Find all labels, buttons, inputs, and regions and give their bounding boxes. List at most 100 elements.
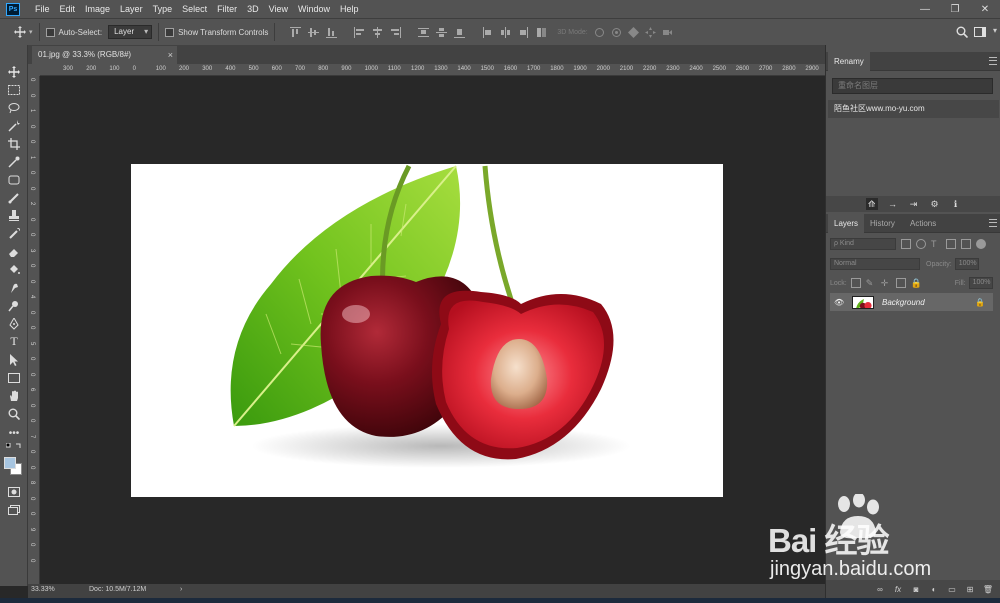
distribute-left-icon[interactable] <box>481 26 493 38</box>
align-left-icon[interactable] <box>353 26 365 38</box>
menu-image[interactable]: Image <box>80 0 115 18</box>
lock-pixels-icon[interactable]: ✎ <box>866 278 876 288</box>
info-icon[interactable]: ℹ <box>950 198 962 210</box>
distribute-hcenter-icon[interactable] <box>499 26 511 38</box>
quick-mask-icon[interactable] <box>4 483 24 500</box>
swap-colors-icon[interactable] <box>4 441 24 453</box>
smudge-tool-icon[interactable] <box>4 279 24 296</box>
distribute-top-icon[interactable] <box>417 26 429 38</box>
shape-filter-icon[interactable] <box>946 239 956 249</box>
eyedropper-tool-icon[interactable] <box>4 153 24 170</box>
marquee-tool-icon[interactable] <box>4 81 24 98</box>
brush-tool-icon[interactable] <box>4 189 24 206</box>
screen-mode-icon[interactable] <box>4 501 24 518</box>
menu-filter[interactable]: Filter <box>212 0 242 18</box>
document-tab[interactable]: 01.jpg @ 33.3% (RGB/8#) × <box>32 46 177 64</box>
menu-window[interactable]: Window <box>293 0 335 18</box>
hand-tool-icon[interactable] <box>4 387 24 404</box>
foreground-color-swatch[interactable] <box>4 457 16 469</box>
arrow-into-icon[interactable]: ⇥ <box>908 198 920 210</box>
lock-artboard-icon[interactable] <box>895 278 906 288</box>
auto-select-dropdown[interactable]: Layer <box>108 25 153 39</box>
menu-file[interactable]: File <box>30 0 55 18</box>
eraser-tool-icon[interactable] <box>4 243 24 260</box>
rename-list-item[interactable]: 陌鱼社区www.mo-yu.com <box>828 100 999 118</box>
gear-icon[interactable]: ⚙ <box>929 198 941 210</box>
tab-actions[interactable]: Actions <box>904 214 942 233</box>
magic-wand-tool-icon[interactable] <box>4 117 24 134</box>
adjustment-filter-icon[interactable] <box>916 239 926 249</box>
lock-icon[interactable]: 🔒 <box>975 298 985 307</box>
rectangle-tool-icon[interactable] <box>4 369 24 386</box>
close-tab-icon[interactable]: × <box>168 46 173 64</box>
3d-roll-icon[interactable] <box>611 26 623 38</box>
3d-scale-icon[interactable] <box>662 26 674 38</box>
paint-bucket-tool-icon[interactable] <box>4 261 24 278</box>
layer-row[interactable]: 👁 Background 🔒 <box>830 293 993 311</box>
canvas-workspace[interactable] <box>40 77 825 584</box>
layer-kind-filter[interactable]: ρ Kind <box>830 238 896 250</box>
tab-renamy[interactable]: Renamy <box>828 52 870 71</box>
menu-help[interactable]: Help <box>335 0 364 18</box>
menu-edit[interactable]: Edit <box>55 0 81 18</box>
filter-toggle-icon[interactable] <box>976 239 986 249</box>
layer-style-icon[interactable]: fx <box>893 584 903 594</box>
menu-select[interactable]: Select <box>177 0 212 18</box>
align-top-icon[interactable] <box>289 26 301 38</box>
more-tools-icon[interactable]: ••• <box>4 425 24 442</box>
3d-slide-icon[interactable] <box>645 26 657 38</box>
auto-align-icon[interactable] <box>535 26 547 38</box>
fill-input[interactable]: 100% <box>968 277 993 289</box>
rename-search-input[interactable]: 重命名图层 <box>832 78 993 94</box>
pen-tool-icon[interactable] <box>4 315 24 332</box>
crop-tool-icon[interactable] <box>4 135 24 152</box>
distribute-bottom-icon[interactable] <box>453 26 465 38</box>
workspace-icon[interactable] <box>974 26 986 40</box>
clone-stamp-tool-icon[interactable] <box>4 207 24 224</box>
link-layers-icon[interactable]: ∞ <box>875 584 885 594</box>
panel-menu-icon[interactable] <box>989 219 997 227</box>
close-icon[interactable]: ✕ <box>970 0 1000 18</box>
distribute-vcenter-icon[interactable] <box>435 26 447 38</box>
search-icon[interactable] <box>956 26 969 40</box>
opacity-input[interactable]: 100% <box>954 258 979 270</box>
distribute-right-icon[interactable] <box>517 26 529 38</box>
rename-icon[interactable]: ⟰ <box>865 198 878 210</box>
minimize-icon[interactable]: — <box>910 0 940 18</box>
menu-layer[interactable]: Layer <box>115 0 148 18</box>
layer-name[interactable]: Background <box>882 298 975 307</box>
move-tool-icon[interactable] <box>14 26 26 38</box>
pixel-filter-icon[interactable] <box>901 239 911 249</box>
path-selection-tool-icon[interactable] <box>4 351 24 368</box>
tool-preset-chevron-icon[interactable]: ▾ <box>29 28 33 36</box>
lasso-tool-icon[interactable] <box>4 99 24 116</box>
lock-position-icon[interactable]: ✛ <box>881 278 891 288</box>
3d-pan-icon[interactable] <box>628 26 640 38</box>
vertical-ruler[interactable]: 0 0 1 0 0 1 0 0 2 0 0 3 0 0 4 0 0 5 0 0 6 0 0 7 0 0 8 0 0 9 0 0 <box>28 76 40 584</box>
blend-mode-dropdown[interactable]: Normal <box>830 258 920 270</box>
align-vcenter-icon[interactable] <box>307 26 319 38</box>
menu-view[interactable]: View <box>264 0 293 18</box>
menu-3d[interactable]: 3D <box>242 0 264 18</box>
arrow-right-icon[interactable]: → <box>887 198 899 210</box>
restore-icon[interactable]: ❐ <box>940 0 970 18</box>
type-filter-icon[interactable]: T <box>931 239 941 249</box>
align-hcenter-icon[interactable] <box>371 26 383 38</box>
auto-select-checkbox[interactable] <box>45 27 55 37</box>
trash-icon[interactable]: 🗑 <box>983 584 993 594</box>
transform-controls-checkbox[interactable] <box>165 27 175 37</box>
canvas-image[interactable] <box>131 164 723 497</box>
history-brush-tool-icon[interactable] <box>4 225 24 242</box>
tab-history[interactable]: History <box>864 214 901 233</box>
lock-all-icon[interactable]: 🔒 <box>911 278 922 288</box>
eye-icon[interactable]: 👁 <box>834 298 846 307</box>
smart-object-filter-icon[interactable] <box>961 239 971 249</box>
zoom-tool-icon[interactable] <box>4 405 24 422</box>
align-bottom-icon[interactable] <box>325 26 337 38</box>
layer-mask-icon[interactable]: ◙ <box>911 584 921 594</box>
lock-transparent-icon[interactable] <box>850 278 861 288</box>
workspace-chevron-icon[interactable]: ▾ <box>993 26 997 35</box>
dodge-tool-icon[interactable] <box>4 297 24 314</box>
tab-layers[interactable]: Layers <box>828 214 865 233</box>
horizontal-ruler[interactable]: 300 200 100 0 100 200 300 400 500 600 700 800 900 100… <box>40 64 825 76</box>
